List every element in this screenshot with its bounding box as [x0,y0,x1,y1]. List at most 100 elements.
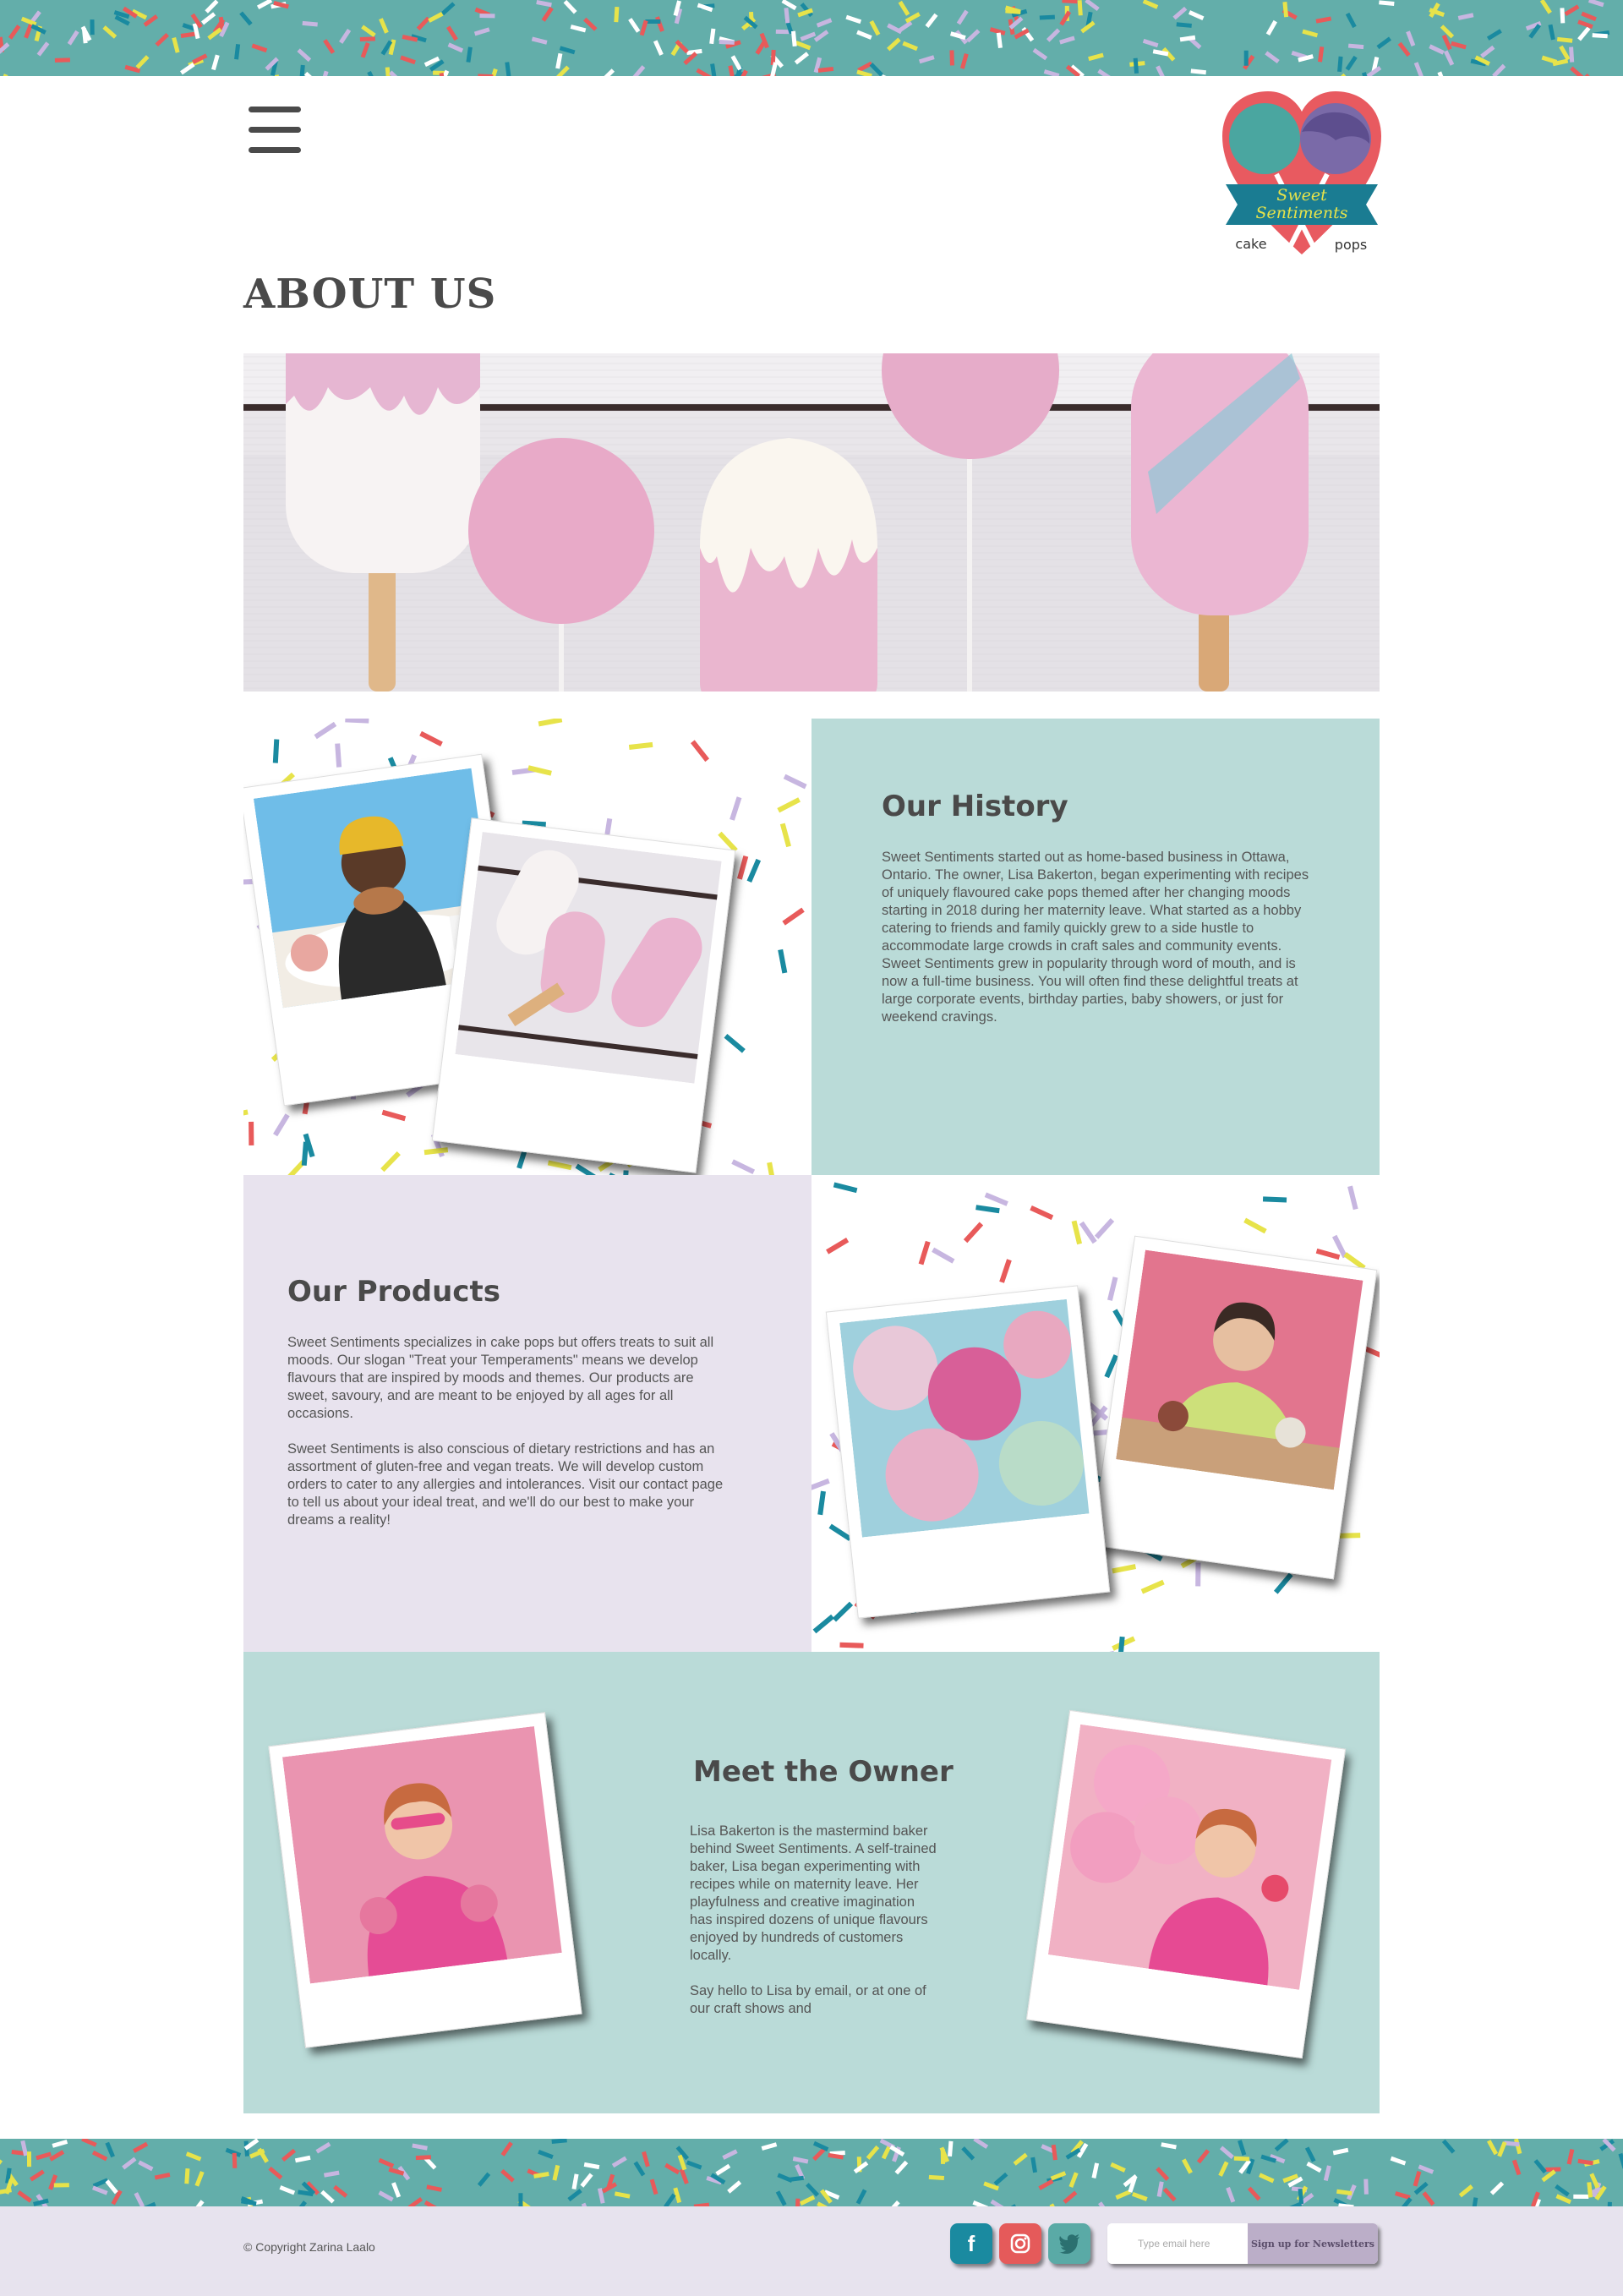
sprinkle [105,2179,118,2195]
sprinkle [1441,2139,1456,2154]
sprinkle [24,22,34,39]
sprinkle [1556,36,1573,43]
sprinkle [1497,2141,1507,2157]
sprinkle [956,9,969,25]
sprinkle [975,1205,1000,1214]
sprinkle [294,2155,311,2163]
sprinkle [232,2152,238,2168]
sprinkle [731,1159,756,1175]
owner-body-1: Lisa Bakerton is the mastermind baker be… [690,1823,937,1963]
sprinkle [1162,2187,1177,2202]
sprinkle [839,1642,864,1648]
logo-line1: Sweet [1276,186,1327,205]
sprinkle [1318,46,1325,63]
sprinkle [984,1192,1008,1206]
sprinkle [538,719,563,727]
sprinkle [1345,12,1357,29]
sprinkle [1176,22,1192,28]
sprinkle [1077,0,1083,16]
sprinkle [1451,41,1467,50]
facebook-icon[interactable]: f [950,2223,992,2264]
owner-body-2: Say hello to Lisa by email, or at one of… [690,1983,926,2016]
twitter-icon[interactable] [1048,2223,1090,2264]
sprinkle [200,12,216,25]
history-heading: Our History [882,790,1068,823]
sprinkle [1091,2162,1100,2178]
sprinkle [547,1160,572,1171]
sprinkle [812,1478,830,1490]
sprinkle [1587,2182,1593,2198]
sprinkle [1259,2173,1275,2184]
sprinkle [315,2141,331,2154]
logo-line2: Sentiments [1255,204,1347,222]
sprinkle [281,2148,297,2162]
newsletter-form: Sign up for Newsletters [1107,2223,1378,2264]
sprinkle [970,1606,990,1627]
sprinkle [813,1440,828,1465]
sprinkle [1589,2173,1600,2189]
sprinkle [817,66,834,73]
sprinkle [812,1614,834,1634]
sprinkle [1179,35,1196,42]
sprinkle [653,40,664,56]
brand-logo[interactable]: Sweet Sentiments cake pops [1217,90,1386,259]
sprinkle [1440,25,1455,39]
sprinkle [234,44,241,60]
sprinkle [777,797,801,813]
sprinkle [360,42,370,58]
sprinkle [1457,13,1474,20]
sprinkle [1413,2170,1422,2187]
newsletter-signup-button[interactable]: Sign up for Newsletters [1248,2223,1378,2264]
sprinkle [845,14,862,25]
sprinkle [795,41,812,51]
sprinkle [380,1151,401,1173]
top-sprinkle-banner [0,0,1623,76]
hero-cake-pops-image [243,353,1380,692]
sprinkle [361,25,376,37]
sprinkle [299,64,305,76]
sprinkle [567,2189,582,2202]
sprinkle [8,25,21,40]
sprinkle [1079,1221,1097,1244]
sprinkle [1188,10,1205,21]
sprinkle [1545,2167,1561,2173]
sprinkle [1511,2159,1522,2176]
sprinkle [339,29,352,44]
sprinkle [1480,45,1495,58]
sprinkle [1487,2140,1499,2156]
sprinkle [49,2150,65,2162]
sprinkle [833,1182,858,1194]
newsletter-email-input[interactable] [1107,2223,1248,2264]
sprinkle [989,27,1006,36]
instagram-icon[interactable] [999,2223,1041,2264]
sprinkle [1142,38,1159,48]
sprinkle [856,30,872,40]
sprinkle [320,2189,335,2204]
sprinkle [1219,2146,1234,2159]
sprinkle [1577,2158,1593,2166]
sprinkle [604,68,615,76]
sprinkle [761,2142,778,2151]
sprinkle [591,774,615,791]
sprinkle [857,61,873,73]
sprinkle [1030,1205,1054,1221]
sprinkle [722,2149,738,2160]
sprinkle [105,2141,115,2158]
sprinkle [1142,0,1159,9]
sprinkle [1238,2140,1247,2156]
sprinkle [794,52,810,65]
sprinkle [1032,47,1048,61]
products-heading: Our Products [287,1275,500,1309]
hamburger-menu-icon[interactable] [249,107,301,153]
sprinkle [775,2190,787,2206]
sprinkle [1051,2144,1057,2161]
sprinkle [1486,29,1502,41]
sprinkle [1274,2139,1289,2151]
sprinkle [961,2146,975,2161]
sprinkle [1533,2159,1547,2174]
sprinkle [531,36,548,45]
sprinkle [792,2157,809,2164]
sprinkle [633,2161,646,2177]
sprinkle [1492,63,1506,76]
sprinkle [419,730,443,746]
